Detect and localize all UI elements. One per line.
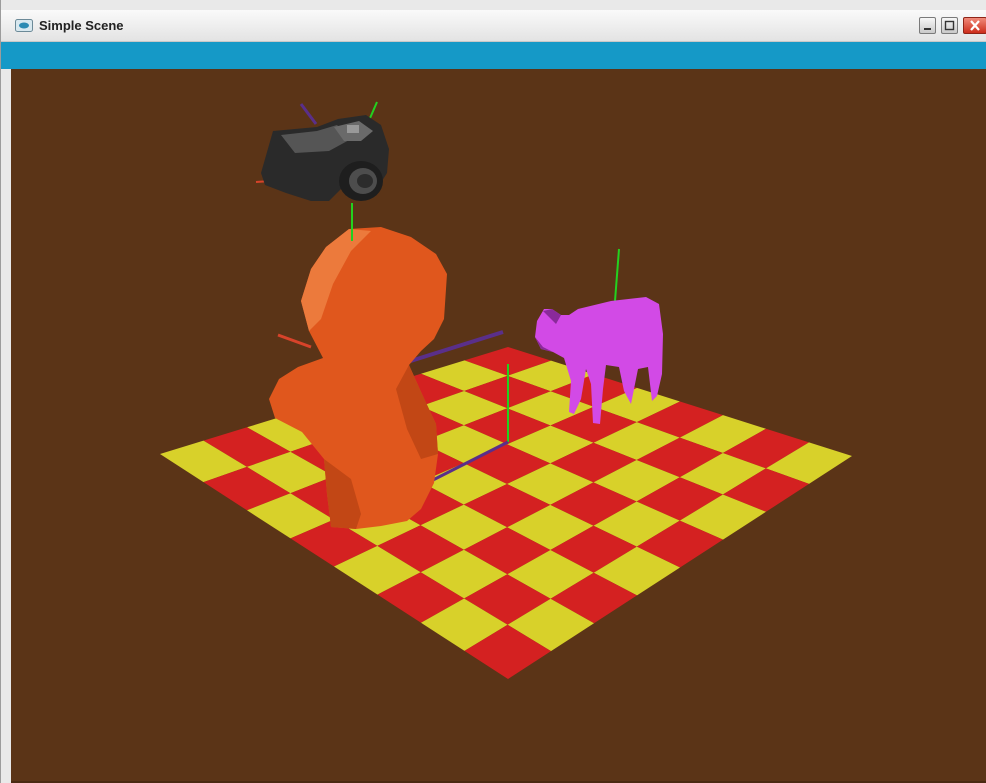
close-icon — [970, 20, 980, 31]
window-title: Simple Scene — [39, 18, 124, 33]
maximize-icon — [944, 20, 955, 31]
3d-viewport[interactable] — [11, 69, 986, 783]
minimize-button[interactable] — [919, 17, 936, 34]
minimize-icon — [924, 28, 931, 30]
title-bar[interactable]: Simple Scene — [1, 10, 986, 42]
maximize-button[interactable] — [941, 17, 958, 34]
scene-canvas — [160, 101, 852, 679]
toolbar-strip — [1, 42, 986, 69]
checkerboard-floor — [160, 347, 852, 679]
close-button[interactable] — [963, 17, 986, 34]
camera-model[interactable] — [255, 101, 389, 241]
app-window: Simple Scene — [0, 0, 986, 783]
app-icon — [15, 19, 33, 32]
